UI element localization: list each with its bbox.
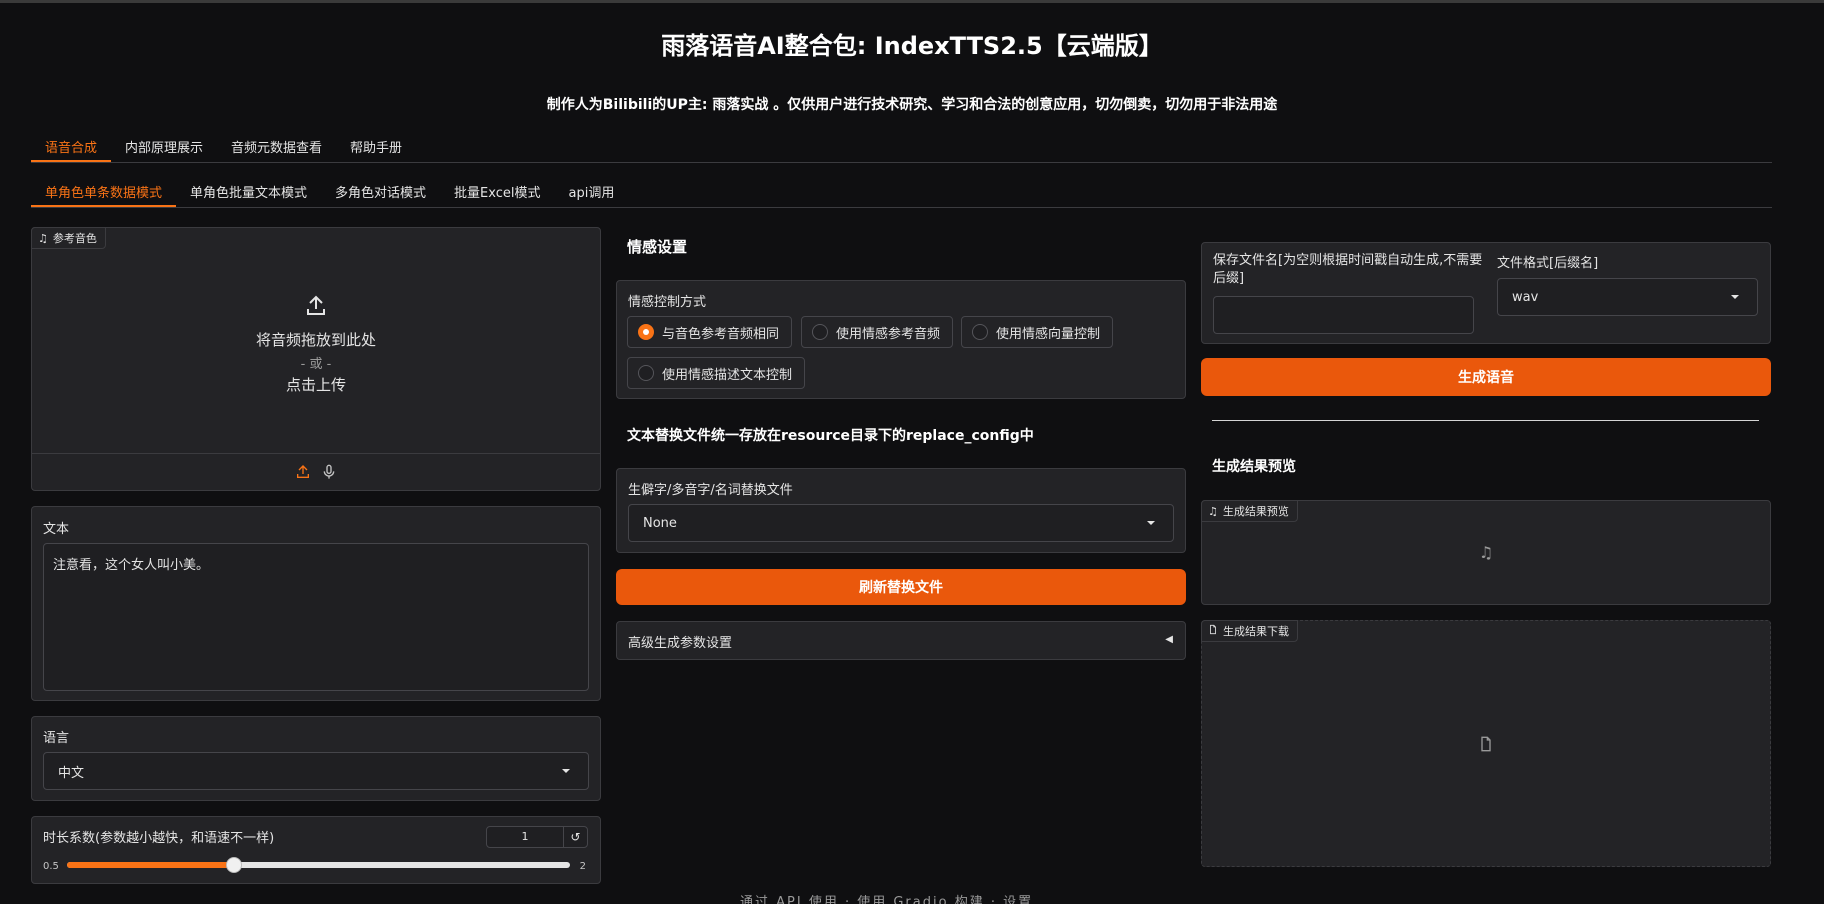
tab-multi-role-dialogue[interactable]: 多角色对话模式 bbox=[321, 178, 440, 207]
emotion-heading: 情感设置 bbox=[627, 238, 688, 256]
tab-single-role-single[interactable]: 单角色单条数据模式 bbox=[31, 178, 177, 207]
upload-toolbar bbox=[32, 464, 600, 484]
file-icon bbox=[1208, 624, 1218, 638]
main-tabs: 语音合成 内部原理展示 音频元数据查看 帮助手册 bbox=[31, 133, 1772, 163]
radio-unselected-icon bbox=[972, 324, 988, 340]
upload-icon bbox=[32, 294, 600, 322]
page-title: 雨落语音AI整合包: IndexTTS2.5【云端版】 bbox=[661, 32, 1163, 60]
reference-audio-badge: ♫ 参考音色 bbox=[31, 227, 106, 249]
tab-audio-metadata[interactable]: 音频元数据查看 bbox=[217, 133, 336, 162]
tab-internal-principle[interactable]: 内部原理展示 bbox=[111, 133, 217, 162]
slider-fill bbox=[67, 862, 235, 868]
language-panel: 语言 中文 bbox=[31, 716, 601, 801]
emotion-control-panel: 情感控制方式 与音色参考音频相同 使用情感参考音频 使用情感向量控制 使用情感描… bbox=[616, 280, 1186, 399]
duration-slider[interactable] bbox=[67, 857, 570, 873]
divider bbox=[1212, 420, 1759, 421]
file-settings-panel: 保存文件名[为空则根据时间戳自动生成,不需要后缀] 文件格式[后缀名] wav bbox=[1201, 242, 1771, 344]
filename-input[interactable] bbox=[1213, 296, 1474, 334]
tab-api[interactable]: api调用 bbox=[554, 178, 628, 207]
upload-file-icon[interactable] bbox=[295, 464, 311, 484]
format-select[interactable]: wav bbox=[1497, 278, 1758, 316]
or-text: - 或 - bbox=[300, 357, 332, 372]
reference-audio-upload[interactable]: ♫ 参考音色 将音频拖放到此处 - 或 - 点击上传 bbox=[31, 227, 601, 491]
advanced-settings-accordion[interactable]: 高级生成参数设置 ◀ bbox=[616, 621, 1186, 660]
download-panel: 生成结果下载 bbox=[1201, 620, 1771, 867]
advanced-settings-label: 高级生成参数设置 bbox=[628, 636, 733, 651]
emotion-control-label: 情感控制方式 bbox=[628, 295, 707, 310]
duration-panel: 时长系数(参数越小越快，和语速不一样) 1 ↺ 0.5 2 bbox=[31, 816, 601, 884]
replace-file-select[interactable]: None bbox=[628, 504, 1174, 542]
radio-emotion-text[interactable]: 使用情感描述文本控制 bbox=[627, 357, 806, 389]
click-upload-text: 点击上传 bbox=[285, 376, 346, 394]
triangle-left-icon: ◀ bbox=[1165, 634, 1173, 645]
filename-label: 保存文件名[为空则根据时间戳自动生成,不需要后缀] bbox=[1213, 253, 1483, 286]
tab-help-manual[interactable]: 帮助手册 bbox=[336, 133, 416, 162]
preview-badge: ♫ 生成结果预览 bbox=[1201, 500, 1298, 522]
top-border bbox=[0, 0, 1824, 3]
slider-min-label: 0.5 bbox=[43, 861, 59, 872]
footer: 通过 API 使用 · 使用 Gradio 构建 · 设置 bbox=[740, 895, 1034, 904]
music-note-icon: ♫ bbox=[38, 231, 48, 245]
radio-emotion-vector[interactable]: 使用情感向量控制 bbox=[961, 316, 1114, 348]
music-note-icon: ♫ bbox=[1478, 543, 1494, 562]
radio-unselected-icon bbox=[812, 324, 828, 340]
slider-max-label: 2 bbox=[579, 861, 586, 872]
radio-selected-icon bbox=[638, 324, 654, 340]
replace-heading: 文本替换文件统一存放在resource目录下的replace_config中 bbox=[627, 428, 1034, 444]
tab-speech-synthesis[interactable]: 语音合成 bbox=[31, 133, 112, 162]
radio-same-as-reference[interactable]: 与音色参考音频相同 bbox=[627, 316, 793, 348]
language-label: 语言 bbox=[43, 731, 70, 746]
radio-emotion-reference[interactable]: 使用情感参考音频 bbox=[801, 316, 954, 348]
microphone-icon[interactable] bbox=[321, 464, 337, 484]
replace-file-panel: 生僻字/多音字/名词替换文件 None bbox=[616, 468, 1186, 553]
tab-batch-excel[interactable]: 批量Excel模式 bbox=[440, 178, 554, 207]
text-panel: 文本 注意看，这个女人叫小美。 bbox=[31, 506, 601, 701]
music-note-icon: ♫ bbox=[1208, 504, 1218, 518]
generate-speech-button[interactable]: 生成语音 bbox=[1201, 358, 1771, 396]
text-input[interactable]: 注意看，这个女人叫小美。 bbox=[43, 543, 589, 691]
reset-icon[interactable]: ↺ bbox=[563, 827, 587, 847]
duration-label: 时长系数(参数越小越快，和语速不一样) bbox=[43, 831, 275, 846]
page-subtitle: 制作人为Bilibili的UP主: 雨落实战 。仅供用户进行技术研究、学习和合法… bbox=[546, 97, 1278, 113]
replace-file-label: 生僻字/多音字/名词替换文件 bbox=[628, 483, 793, 498]
refresh-replace-button[interactable]: 刷新替换文件 bbox=[616, 569, 1186, 605]
tab-single-role-batch[interactable]: 单角色批量文本模式 bbox=[176, 178, 321, 207]
preview-heading: 生成结果预览 bbox=[1212, 459, 1296, 475]
preview-audio-panel: ♫ 生成结果预览 ♫ bbox=[1201, 500, 1771, 605]
duration-number: 1 ↺ bbox=[486, 826, 588, 848]
slider-thumb[interactable] bbox=[226, 857, 243, 873]
divider bbox=[32, 453, 600, 454]
file-icon bbox=[1202, 735, 1770, 757]
duration-value-input[interactable]: 1 bbox=[487, 827, 563, 847]
sub-tabs: 单角色单条数据模式 单角色批量文本模式 多角色对话模式 批量Excel模式 ap… bbox=[31, 178, 1772, 208]
radio-unselected-icon bbox=[638, 365, 654, 381]
drop-audio-text: 将音频拖放到此处 bbox=[255, 331, 376, 349]
chevron-down-icon bbox=[1147, 521, 1155, 525]
text-label: 文本 bbox=[43, 522, 70, 537]
chevron-down-icon bbox=[1731, 295, 1739, 299]
download-badge: 生成结果下载 bbox=[1201, 620, 1298, 642]
format-label: 文件格式[后缀名] bbox=[1497, 256, 1599, 271]
chevron-down-icon bbox=[562, 769, 570, 773]
language-select[interactable]: 中文 bbox=[43, 752, 589, 790]
